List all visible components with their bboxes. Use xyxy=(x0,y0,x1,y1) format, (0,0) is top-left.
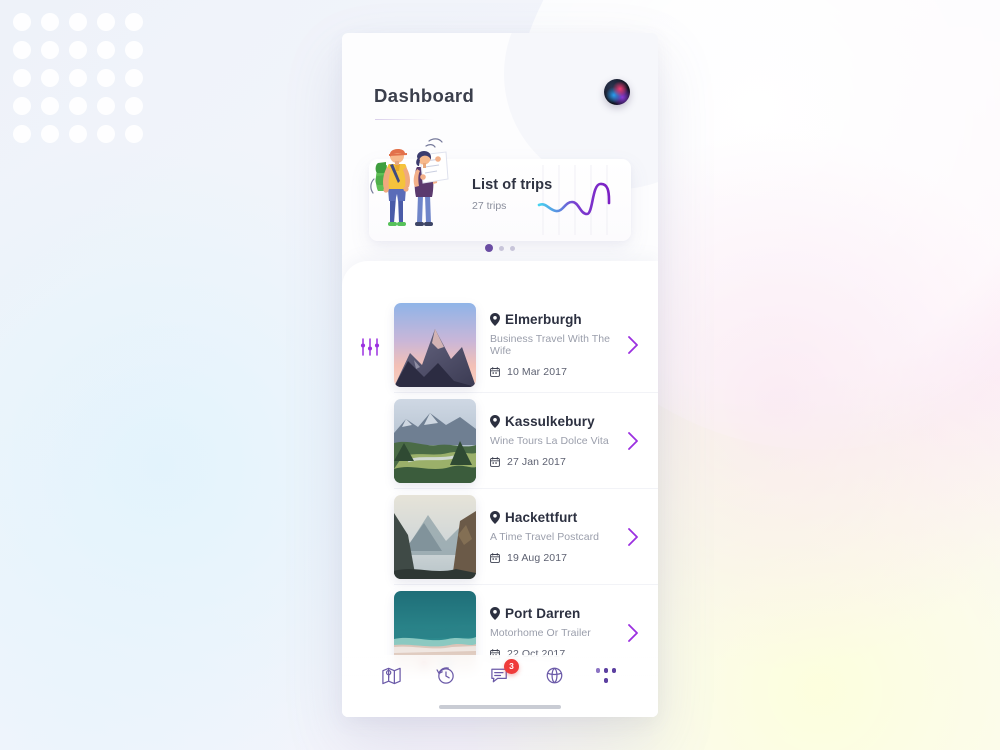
summary-subtitle: 27 trips xyxy=(472,200,507,212)
carousel-dots[interactable] xyxy=(342,244,658,252)
trip-info: Kassulkebury Wine Tours La Dolce Vita 27 xyxy=(476,414,622,468)
trip-description: Motorhome Or Trailer xyxy=(490,627,591,639)
carousel-dot-2[interactable] xyxy=(499,245,504,251)
location-pin-icon xyxy=(490,607,500,620)
two-travelers-illustration xyxy=(370,138,449,226)
trip-date: 19 Aug 2017 xyxy=(507,551,568,564)
more-dots-icon xyxy=(595,665,622,685)
trips-list-panel: Elmerburgh Business Travel With The Wife xyxy=(342,261,658,717)
trip-name-line: Port Darren xyxy=(490,606,622,621)
title-underline xyxy=(375,119,435,120)
calendar-icon xyxy=(490,456,500,467)
trip-description: Wine Tours La Dolce Vita xyxy=(490,434,609,447)
trip-list: Elmerburgh Business Travel With The Wife xyxy=(394,297,658,675)
table-row[interactable]: Elmerburgh Business Travel With The Wife xyxy=(394,297,658,393)
trips-summary-section: List of trips 27 trips xyxy=(342,138,658,261)
chevron-right-icon[interactable] xyxy=(622,430,644,452)
trip-date-line: 19 Aug 2017 xyxy=(490,552,622,564)
table-row[interactable]: Kassulkebury Wine Tours La Dolce Vita 27 xyxy=(394,393,658,489)
table-row[interactable]: Hackettfurt A Time Travel Postcard 19 Au xyxy=(394,489,658,585)
nav-item-messages[interactable]: 3 xyxy=(473,659,527,695)
filter-sliders-icon[interactable] xyxy=(360,337,380,357)
trip-name-line: Hackettfurt xyxy=(490,510,622,525)
decorative-dot-grid xyxy=(8,8,148,148)
home-indicator xyxy=(439,705,561,709)
calendar-icon xyxy=(490,366,500,377)
carousel-dot-1[interactable] xyxy=(485,244,493,252)
trip-date: 27 Jan 2017 xyxy=(507,455,566,468)
mountain-peak-sunset-image xyxy=(394,302,476,387)
trip-date: 10 Mar 2017 xyxy=(507,365,568,378)
trip-name: Kassulkebury xyxy=(505,413,595,429)
summary-title: List of trips xyxy=(472,177,553,193)
trip-thumbnail xyxy=(394,398,476,483)
chevron-right-icon[interactable] xyxy=(622,526,644,548)
location-pin-icon xyxy=(490,312,500,326)
calendar-icon xyxy=(490,552,500,563)
trip-info: Hackettfurt A Time Travel Postcard 19 Au xyxy=(476,510,622,564)
summary-text-block: List of trips 27 trips xyxy=(472,177,552,212)
location-pin-icon xyxy=(490,414,500,428)
trip-description: Business Travel With The Wife xyxy=(490,332,611,357)
trip-date-line: 27 Jan 2017 xyxy=(490,456,622,468)
chevron-right-icon[interactable] xyxy=(622,622,644,644)
phone-mockup: Dashboard List of trips 27 trips Elmerbu… xyxy=(342,33,658,717)
nav-item-map[interactable] xyxy=(364,665,418,695)
trip-thumbnail xyxy=(394,494,476,579)
trip-name: Port Darren xyxy=(505,606,581,621)
trip-name: Hackettfurt xyxy=(505,509,578,525)
map-pin-icon xyxy=(381,667,401,685)
trip-description: A Time Travel Postcard xyxy=(490,530,600,543)
carousel-dot-3[interactable] xyxy=(510,245,515,251)
page-title: Dashboard xyxy=(374,85,475,106)
trip-name-line: Elmerburgh xyxy=(490,312,622,327)
user-avatar[interactable] xyxy=(604,79,630,105)
globe-icon xyxy=(546,667,563,684)
nav-item-history[interactable] xyxy=(418,665,472,695)
nav-item-explore[interactable] xyxy=(527,665,581,695)
app-header: Dashboard xyxy=(342,33,658,133)
misty-mountain-ridge-image xyxy=(394,494,476,579)
history-clock-icon xyxy=(436,667,454,684)
trip-name-line: Kassulkebury xyxy=(490,414,622,429)
nav-item-more[interactable] xyxy=(582,665,636,695)
trip-thumbnail xyxy=(394,302,476,387)
chevron-right-icon[interactable] xyxy=(622,334,644,356)
location-pin-icon xyxy=(490,510,500,524)
status-badge: 3 xyxy=(504,659,520,674)
trip-info: Port Darren Motorhome Or Trailer 22 Oct xyxy=(476,606,622,660)
green-valley-mountains-image xyxy=(394,398,476,483)
trip-name: Elmerburgh xyxy=(505,311,582,327)
trip-date-line: 10 Mar 2017 xyxy=(490,366,622,378)
trip-info: Elmerburgh Business Travel With The Wife xyxy=(476,312,622,378)
